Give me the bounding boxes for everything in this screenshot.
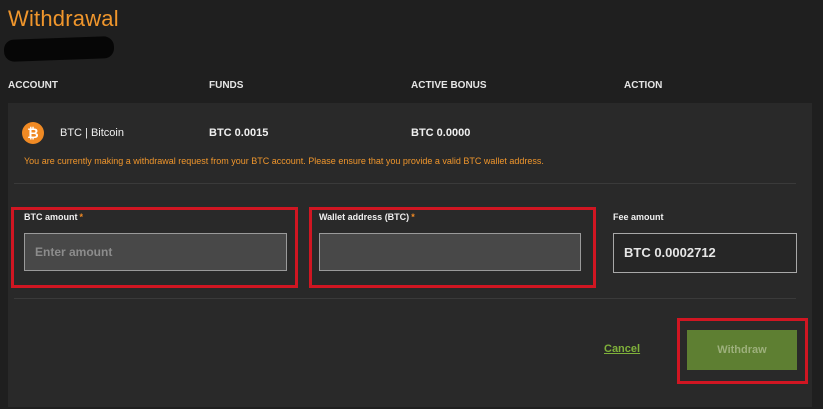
column-header-funds: FUNDS bbox=[209, 80, 244, 91]
page-title: Withdrawal bbox=[8, 6, 119, 31]
highlight-wallet-field bbox=[309, 207, 596, 288]
account-name: BTC | Bitcoin bbox=[60, 127, 124, 139]
column-header-account: ACCOUNT bbox=[8, 80, 58, 91]
funds-value: BTC 0.0015 bbox=[209, 127, 269, 139]
fee-amount-value: BTC 0.0002712 bbox=[613, 233, 797, 273]
divider bbox=[14, 298, 796, 299]
withdrawal-notice: You are currently making a withdrawal re… bbox=[24, 156, 544, 166]
column-header-active-bonus: ACTIVE BONUS bbox=[411, 80, 487, 91]
column-header-action: ACTION bbox=[624, 80, 663, 91]
fee-amount-label: Fee amount bbox=[613, 212, 664, 222]
withdraw-button[interactable]: Withdraw bbox=[687, 330, 797, 370]
highlight-amount-field bbox=[11, 207, 298, 288]
divider bbox=[14, 183, 796, 184]
bitcoin-icon: ₿ bbox=[22, 122, 44, 144]
cancel-link[interactable]: Cancel bbox=[604, 343, 640, 355]
active-bonus-value: BTC 0.0000 bbox=[411, 127, 471, 139]
redacted-subtitle bbox=[3, 36, 115, 62]
